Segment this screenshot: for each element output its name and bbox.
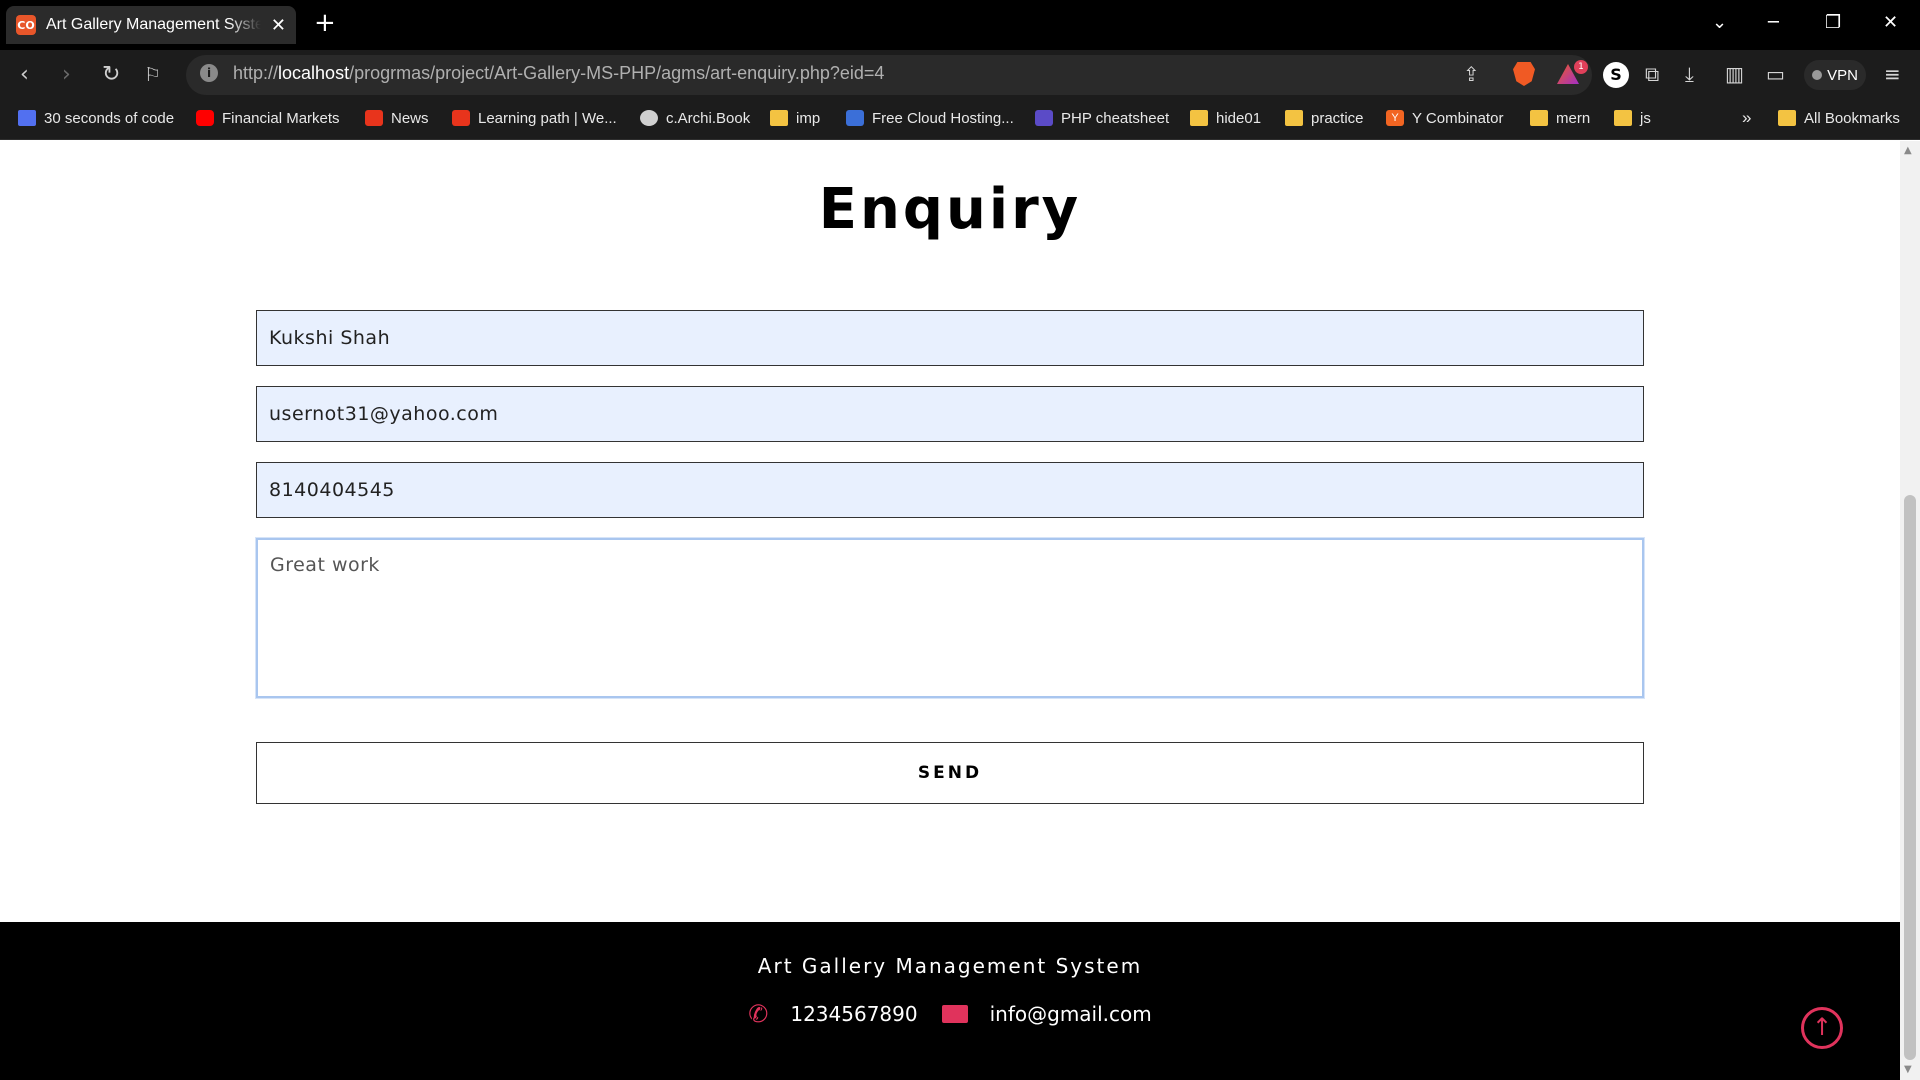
bookmark-item[interactable]: mern bbox=[1530, 107, 1590, 129]
bookmark-item[interactable]: imp bbox=[770, 107, 820, 129]
php-icon bbox=[1035, 110, 1053, 126]
minimize-button[interactable]: ─ bbox=[1768, 12, 1779, 33]
tab-favicon-icon: CO bbox=[16, 15, 36, 35]
email-field[interactable]: usernot31@yahoo.com bbox=[256, 386, 1644, 442]
footer-phone: ✆ 1234567890 bbox=[748, 1000, 917, 1028]
browser-tab-active[interactable]: CO Art Gallery Management System ✕ bbox=[6, 6, 296, 44]
sidebar-icon[interactable]: ▥ bbox=[1725, 62, 1744, 86]
close-window-button[interactable]: ✕ bbox=[1883, 12, 1898, 33]
message-textarea[interactable]: Great work bbox=[256, 538, 1644, 698]
vpn-status-icon bbox=[1812, 70, 1823, 80]
folder-icon bbox=[770, 110, 788, 126]
scroll-down-arrow-icon[interactable]: ▼ bbox=[1904, 1064, 1912, 1075]
cloud-hosting-icon bbox=[846, 110, 864, 126]
folder-icon bbox=[1778, 110, 1796, 126]
bookmark-page-icon[interactable]: ⚐ bbox=[144, 62, 161, 88]
bookmark-item[interactable]: Learning path | We... bbox=[452, 107, 617, 129]
footer-title: Art Gallery Management System bbox=[757, 954, 1143, 978]
site-info-icon[interactable]: i bbox=[200, 64, 218, 82]
scroll-up-arrow-icon[interactable]: ▲ bbox=[1904, 145, 1912, 156]
forward-button[interactable]: › bbox=[62, 62, 71, 88]
footer-email: info@gmail.com bbox=[941, 1002, 1152, 1026]
bookmarks-overflow-button[interactable]: » bbox=[1742, 107, 1751, 129]
extensions-icon[interactable]: ⧉ bbox=[1645, 62, 1659, 86]
footer-contact: ✆ 1234567890 info@gmail.com bbox=[0, 1000, 1900, 1028]
bookmark-item[interactable]: News bbox=[365, 107, 429, 129]
rewards-badge: 1 bbox=[1574, 60, 1588, 74]
bookmark-item[interactable]: PHP cheatsheet bbox=[1035, 107, 1169, 129]
bookmark-item[interactable]: hide01 bbox=[1190, 107, 1261, 129]
envelope-icon bbox=[941, 1005, 968, 1023]
tab-search-chevron-icon[interactable]: ⌄ bbox=[1712, 12, 1727, 33]
reload-button[interactable]: ↻ bbox=[102, 62, 120, 88]
phone-icon: ✆ bbox=[748, 1000, 769, 1028]
restore-button[interactable]: ❐ bbox=[1825, 12, 1841, 33]
footer-email-address[interactable]: info@gmail.com bbox=[990, 1002, 1152, 1026]
folder-icon bbox=[1285, 110, 1303, 126]
url-text[interactable]: http://localhost/progrmas/project/Art-Ga… bbox=[233, 63, 884, 84]
browser-titlebar: CO Art Gallery Management System ✕ + ⌄ ─… bbox=[0, 0, 1920, 50]
new-tab-button[interactable]: + bbox=[314, 10, 336, 36]
folder-icon bbox=[1614, 110, 1632, 126]
send-button[interactable]: SEND bbox=[256, 742, 1644, 804]
name-field[interactable]: Kukshi Shah bbox=[256, 310, 1644, 366]
phone-field[interactable]: 8140404545 bbox=[256, 462, 1644, 518]
ycombinator-icon: Y bbox=[1386, 110, 1404, 126]
tab-title: Art Gallery Management System bbox=[46, 16, 261, 33]
site-footer: Art Gallery Management System ✆ 12345678… bbox=[0, 922, 1900, 1080]
downloads-icon[interactable]: ⤓ bbox=[1685, 62, 1694, 86]
scrollbar-thumb[interactable] bbox=[1904, 495, 1916, 1060]
globe-icon bbox=[640, 110, 658, 126]
footer-phone-number: 1234567890 bbox=[790, 1002, 918, 1026]
news-icon bbox=[365, 110, 383, 126]
youtube-icon bbox=[196, 110, 214, 126]
all-bookmarks-button[interactable]: All Bookmarks bbox=[1778, 107, 1900, 129]
folder-icon bbox=[1190, 110, 1208, 126]
wallet-icon[interactable]: ▭ bbox=[1766, 62, 1785, 86]
bookmark-item[interactable]: c.Archi.Book bbox=[640, 107, 750, 129]
back-button[interactable]: ‹ bbox=[20, 62, 29, 88]
bookmark-item[interactable]: Financial Markets bbox=[196, 107, 340, 129]
share-icon[interactable]: ⇪ bbox=[1463, 62, 1480, 86]
bookmark-item[interactable]: 30 seconds of code bbox=[18, 107, 174, 129]
vpn-label: VPN bbox=[1827, 66, 1858, 84]
page-viewport: Enquiry Kukshi Shah usernot31@yahoo.com … bbox=[0, 141, 1900, 1080]
folder-icon bbox=[1530, 110, 1548, 126]
menu-icon[interactable]: ≡ bbox=[1884, 62, 1901, 86]
tab-close-icon[interactable]: ✕ bbox=[271, 15, 286, 36]
vpn-button[interactable]: VPN bbox=[1804, 60, 1866, 90]
thirty-seconds-icon bbox=[18, 110, 36, 126]
learning-icon bbox=[452, 110, 470, 126]
page-title: Enquiry bbox=[818, 177, 1082, 242]
bookmark-item[interactable]: js bbox=[1614, 107, 1651, 129]
bookmark-item[interactable]: practice bbox=[1285, 107, 1364, 129]
bookmark-item[interactable]: Free Cloud Hosting... bbox=[846, 107, 1014, 129]
profile-avatar[interactable]: S bbox=[1603, 62, 1629, 88]
bookmark-item[interactable]: YY Combinator bbox=[1386, 107, 1503, 129]
back-to-top-button[interactable]: ↑ bbox=[1801, 1007, 1843, 1049]
